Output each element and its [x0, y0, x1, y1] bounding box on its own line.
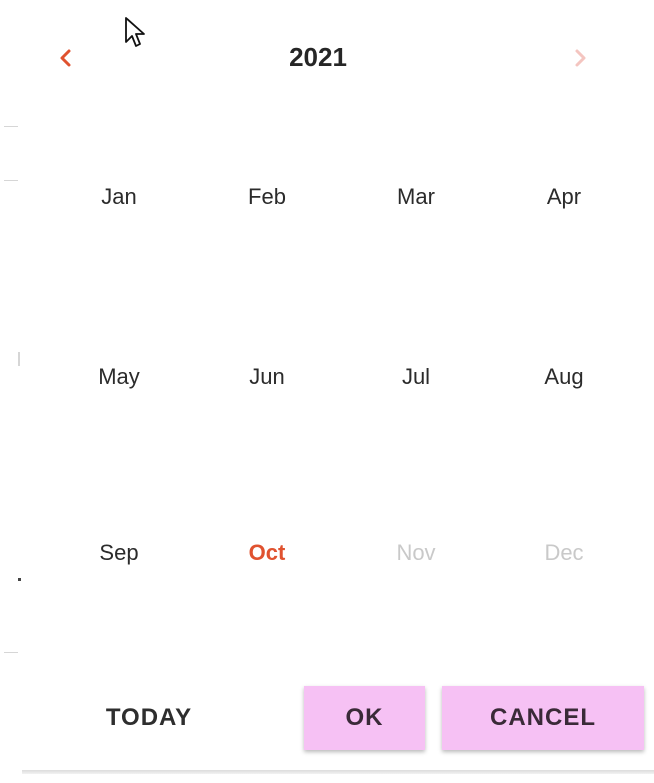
next-year-button[interactable] [558, 34, 602, 82]
month-aug[interactable]: Aug [509, 352, 619, 402]
month-dec-disabled: Dec [544, 540, 584, 565]
month-jan[interactable]: Jan [64, 172, 174, 222]
month-picker-screen: 2021 Jan Feb Mar Apr May Jun Jul Aug Sep… [0, 0, 654, 783]
page-edge-tick [4, 126, 18, 127]
today-button[interactable]: TODAY [74, 686, 224, 750]
month-oct-selected[interactable]: Oct [212, 528, 322, 578]
underlying-page-edge [0, 0, 22, 783]
ok-button[interactable]: OK [304, 686, 425, 750]
page-edge-tick [18, 578, 21, 581]
page-edge-tick [18, 352, 20, 366]
mouse-pointer-icon [125, 17, 145, 47]
year-label[interactable]: 2021 [248, 38, 388, 76]
previous-year-button[interactable] [44, 34, 88, 82]
month-mar[interactable]: Mar [361, 172, 471, 222]
month-may[interactable]: May [64, 352, 174, 402]
chevron-left-icon [60, 49, 71, 67]
month-nov-disabled: Nov [396, 540, 436, 565]
month-apr[interactable]: Apr [509, 172, 619, 222]
month-sep[interactable]: Sep [64, 528, 174, 578]
dialog-bottom-shadow [22, 770, 654, 774]
chevron-right-icon [575, 49, 586, 67]
month-jun[interactable]: Jun [212, 352, 322, 402]
page-edge-tick [4, 652, 18, 653]
month-jul[interactable]: Jul [361, 352, 471, 402]
cancel-button[interactable]: CANCEL [442, 686, 644, 750]
page-edge-tick [4, 180, 18, 181]
month-feb[interactable]: Feb [212, 172, 322, 222]
